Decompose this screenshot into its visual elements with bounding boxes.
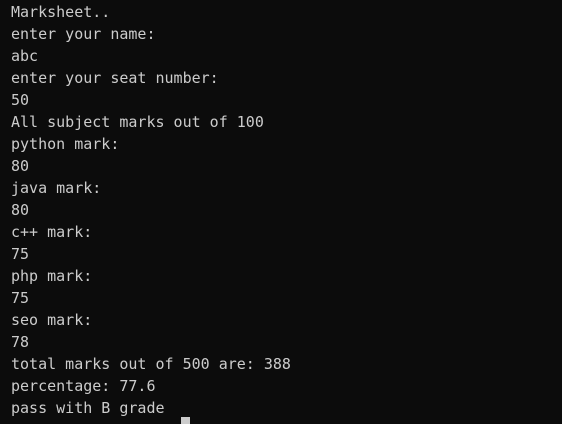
output-line-total: total marks out of 500 are: 388 bbox=[11, 355, 291, 373]
output-line-seo-value: 78 bbox=[11, 333, 30, 351]
output-line-marks-info: All subject marks out of 100 bbox=[11, 113, 264, 131]
output-line-result: pass with B grade bbox=[11, 399, 165, 417]
output-line-java-value: 80 bbox=[11, 201, 30, 219]
output-line-python-value: 80 bbox=[11, 157, 30, 175]
output-line-name-prompt: enter your name: bbox=[11, 25, 156, 43]
output-line-seat-prompt: enter your seat number: bbox=[11, 69, 219, 87]
output-line-seat-value: 50 bbox=[11, 91, 30, 109]
output-line-title: Marksheet.. bbox=[11, 3, 111, 21]
output-line-java-prompt: java mark: bbox=[11, 179, 102, 197]
output-line-seo-prompt: seo mark: bbox=[11, 311, 93, 329]
output-line-python-prompt: python mark: bbox=[11, 135, 120, 153]
output-line-cpp-prompt: c++ mark: bbox=[11, 223, 93, 241]
output-line-name-value: abc bbox=[11, 47, 39, 65]
output-line-percentage: percentage: 77.6 bbox=[11, 377, 156, 395]
terminal-output[interactable]: Marksheet.. enter your name: abc enter y… bbox=[0, 0, 562, 424]
text-cursor bbox=[181, 417, 190, 424]
output-line-php-value: 75 bbox=[11, 289, 30, 307]
output-line-cpp-value: 75 bbox=[11, 245, 30, 263]
output-line-php-prompt: php mark: bbox=[11, 267, 93, 285]
